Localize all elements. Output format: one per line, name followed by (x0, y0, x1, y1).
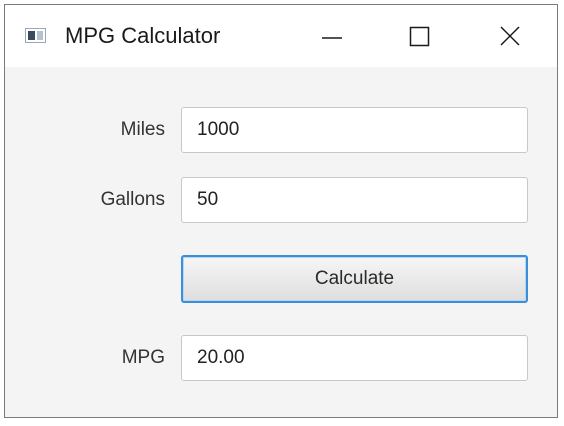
gallons-label: Gallons (100, 189, 165, 210)
maximize-icon (409, 26, 430, 47)
maximize-button[interactable] (396, 17, 442, 55)
close-button[interactable] (487, 17, 533, 55)
minimize-icon (322, 37, 342, 39)
mpg-output-field[interactable] (181, 335, 528, 381)
app-window-icon (25, 28, 46, 43)
app-window: MPG Calculator Miles Gallons Calculate M… (4, 4, 558, 418)
miles-label: Miles (120, 119, 165, 140)
mpg-label: MPG (121, 347, 165, 368)
miles-input[interactable] (181, 107, 528, 153)
minimize-button[interactable] (309, 17, 355, 55)
gallons-input[interactable] (181, 177, 528, 223)
form-area: Miles Gallons Calculate MPG (5, 67, 557, 419)
calculate-button[interactable]: Calculate (181, 255, 528, 303)
close-icon (500, 26, 520, 46)
title-bar[interactable]: MPG Calculator (5, 5, 557, 67)
window-title: MPG Calculator (65, 23, 221, 48)
